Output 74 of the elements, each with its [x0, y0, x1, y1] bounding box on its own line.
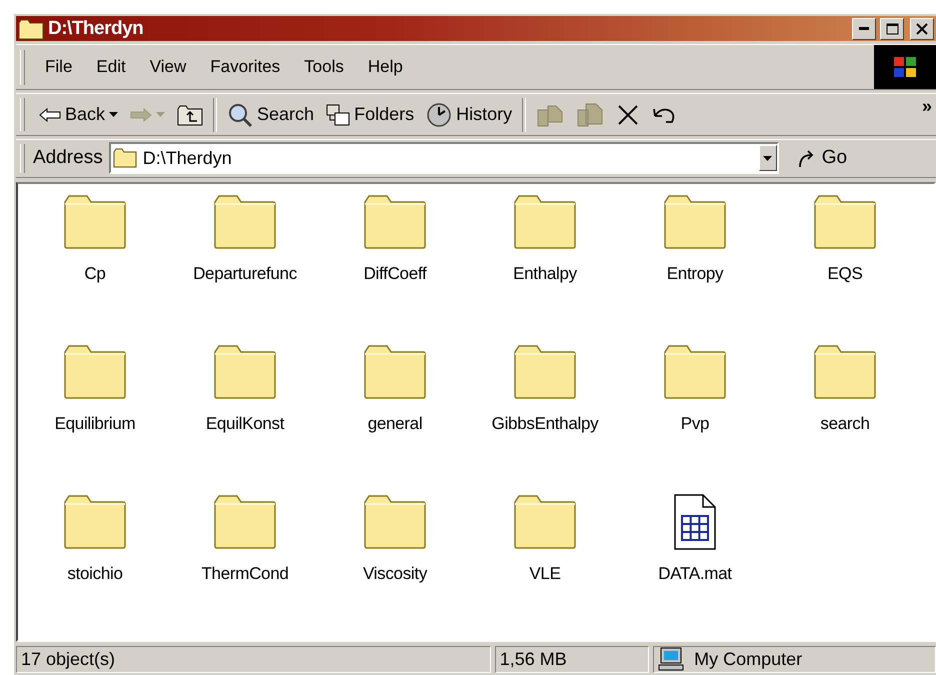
folder-icon	[213, 194, 277, 250]
folder-icon	[663, 194, 727, 250]
folder-name[interactable]: Enthalpy	[513, 264, 577, 284]
caret-icon	[763, 156, 772, 161]
close-icon	[916, 22, 928, 35]
status-text: 1,56 MB	[500, 648, 567, 670]
folder-name[interactable]: Cp	[84, 264, 106, 284]
delete-x-icon	[616, 102, 640, 127]
go-button[interactable]: Go	[796, 147, 848, 170]
folder-icon	[813, 194, 877, 250]
folder-name[interactable]: search	[820, 414, 870, 434]
back-button[interactable]: Back	[33, 100, 124, 130]
window-title: D:\Therdyn	[48, 18, 144, 40]
folder-name[interactable]: Entropy	[666, 264, 724, 284]
folder-icon	[513, 344, 577, 400]
history-clock-icon	[426, 102, 452, 128]
folder-name[interactable]: Equilibrium	[54, 414, 136, 434]
status-text: My Computer	[694, 648, 802, 670]
folder-name[interactable]: EQS	[827, 264, 862, 284]
menu-item[interactable]: Edit	[84, 53, 138, 82]
folder-name[interactable]: Pvp	[680, 414, 710, 434]
windows-flag-icon	[892, 55, 918, 80]
menu-item[interactable]: View	[138, 53, 198, 82]
folder-icon	[663, 344, 727, 400]
folder-icon	[363, 344, 427, 400]
caret-icon	[156, 112, 166, 118]
search-icon	[227, 102, 254, 128]
folder-icon	[213, 344, 277, 400]
file-name[interactable]: DATA.mat	[658, 564, 732, 584]
minimize-button[interactable]	[852, 18, 876, 40]
folder-icon	[513, 194, 577, 250]
folder-name[interactable]: stoichio	[67, 564, 123, 584]
dropdown-button[interactable]	[758, 145, 777, 172]
computer-icon	[658, 647, 686, 672]
maximize-button[interactable]	[880, 18, 904, 40]
folder-name[interactable]: Departurefunc	[193, 264, 297, 284]
folder-icon	[63, 194, 127, 250]
folder-name[interactable]: general	[368, 414, 422, 434]
folder-icon	[363, 494, 427, 550]
folder-icon	[63, 494, 127, 550]
up-folder-icon	[177, 104, 204, 126]
address-label: Address	[33, 147, 103, 170]
folder-name[interactable]: ThermCond	[201, 564, 289, 584]
folder-icon	[112, 148, 137, 168]
folder-icon	[63, 344, 127, 400]
folder-icon	[213, 494, 277, 550]
search-button[interactable]: Search	[221, 98, 320, 132]
menu-item[interactable]: Help	[356, 53, 415, 82]
folder-icon	[18, 18, 44, 40]
toolbar-overflow-chevron[interactable]: »	[922, 96, 932, 118]
folder-icon	[513, 494, 577, 550]
spreadsheet-file-icon	[673, 494, 717, 550]
address-field[interactable]: D:\Therdyn	[108, 142, 779, 174]
folder-name[interactable]: GibbsEnthalpy	[492, 414, 598, 434]
menu-item[interactable]: Favorites	[198, 53, 292, 82]
copy-to-icon	[576, 102, 604, 128]
caret-icon	[109, 112, 118, 118]
back-arrow-icon	[39, 108, 61, 122]
folder-name[interactable]: VLE	[529, 564, 561, 584]
folder-name[interactable]: EquilKonst	[206, 414, 284, 434]
status-text: 17 object(s)	[21, 648, 116, 670]
folder-name[interactable]: DiffCoeff	[364, 264, 426, 284]
menu-item[interactable]: File	[33, 53, 84, 82]
history-button[interactable]: History	[420, 98, 518, 132]
maximize-icon	[886, 22, 898, 35]
folders-button[interactable]: Folders	[320, 100, 420, 130]
forward-arrow-icon	[130, 108, 152, 122]
folder-icon	[813, 344, 877, 400]
close-button[interactable]	[910, 18, 934, 40]
menu-item[interactable]: Tools	[292, 53, 356, 82]
minimize-icon	[859, 27, 869, 30]
folder-name[interactable]: Viscosity	[362, 564, 428, 584]
folders-icon	[326, 104, 350, 126]
folder-icon	[363, 194, 427, 250]
